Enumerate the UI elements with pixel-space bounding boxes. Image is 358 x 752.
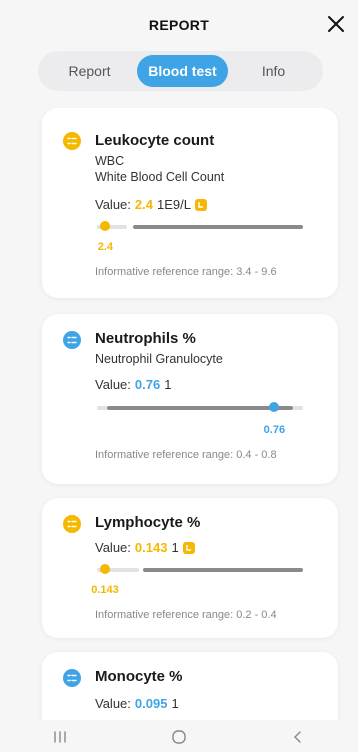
recent-apps-button[interactable] (40, 722, 80, 752)
card-title: Leukocyte count (95, 132, 215, 149)
marker-label: 0.143 (91, 584, 119, 596)
result-card-leukocyte[interactable]: Leukocyte count WBC White Blood Cell Cou… (42, 108, 338, 298)
card-subtitle: WBC (95, 154, 125, 168)
results-list[interactable]: Leukocyte count WBC White Blood Cell Cou… (0, 108, 358, 720)
value-marker (100, 564, 111, 574)
home-button[interactable] (159, 722, 199, 752)
reference-range: Informative reference range: 0.2 - 0.4 (95, 609, 277, 621)
close-icon (328, 16, 344, 32)
normal-list-icon (63, 331, 81, 349)
value-marker (269, 402, 280, 412)
result-card-neutrophils[interactable]: Neutrophils % Neutrophil Granulocyte Val… (42, 314, 338, 484)
range-slider (97, 402, 303, 412)
card-subtitle-full: White Blood Cell Count (95, 170, 225, 184)
value-label: Value: (95, 377, 131, 392)
value-line: Value: 0.143 1 (95, 540, 195, 555)
range-track-normal (143, 568, 303, 572)
card-subtitle: Neutrophil Granulocyte (95, 352, 223, 366)
card-title: Monocyte % (95, 668, 183, 685)
value-number: 2.4 (134, 197, 153, 212)
value-number: 0.143 (134, 540, 168, 555)
value-label: Value: (95, 696, 131, 711)
page-title: REPORT (148, 17, 210, 33)
value-unit: 1E9/L (156, 197, 191, 212)
warning-badge-icon (182, 541, 195, 554)
tab-blood-test[interactable]: Blood test (136, 55, 228, 87)
top-bar: REPORT (0, 0, 358, 50)
tab-report[interactable]: Report (42, 55, 137, 87)
range-track-normal (133, 225, 303, 229)
back-icon (294, 731, 302, 743)
back-button[interactable] (278, 722, 318, 752)
warning-badge-icon (194, 198, 207, 211)
range-track-normal (107, 406, 293, 410)
value-label: Value: (95, 540, 131, 555)
reference-range: Informative reference range: 3.4 - 9.6 (95, 266, 277, 278)
value-label: Value: (95, 197, 131, 212)
system-nav-bar (0, 722, 358, 752)
warning-list-icon (63, 515, 81, 533)
value-marker (100, 221, 111, 231)
card-title: Lymphocyte % (95, 514, 201, 531)
normal-list-icon (63, 669, 81, 687)
value-number: 0.095 (134, 696, 168, 711)
value-line: Value: 2.4 1E9/L (95, 197, 207, 212)
range-slider (97, 564, 303, 574)
warning-list-icon (63, 132, 81, 150)
marker-label: 0.76 (263, 424, 286, 436)
value-unit: 1 (164, 377, 172, 392)
value-line: Value: 0.095 1 (95, 696, 179, 711)
value-line: Value: 0.76 1 (95, 377, 171, 392)
home-icon (172, 730, 186, 744)
range-track-left (97, 406, 107, 410)
close-button[interactable] (324, 12, 348, 36)
range-slider (97, 221, 303, 231)
marker-label: 2.4 (97, 241, 114, 253)
recent-apps-icon (53, 731, 66, 743)
value-number: 0.76 (134, 377, 161, 392)
result-card-monocyte[interactable]: Monocyte % Value: 0.095 1 (42, 652, 338, 720)
tab-bar: Report Blood test Info (38, 51, 323, 91)
result-card-lymphocyte[interactable]: Lymphocyte % Value: 0.143 1 0.143 Inform… (42, 498, 338, 638)
value-unit: 1 (171, 696, 179, 711)
reference-range: Informative reference range: 0.4 - 0.8 (95, 449, 277, 461)
tab-info[interactable]: Info (228, 55, 319, 87)
value-unit: 1 (171, 540, 179, 555)
range-track-right (293, 406, 303, 410)
card-title: Neutrophils % (95, 330, 196, 347)
